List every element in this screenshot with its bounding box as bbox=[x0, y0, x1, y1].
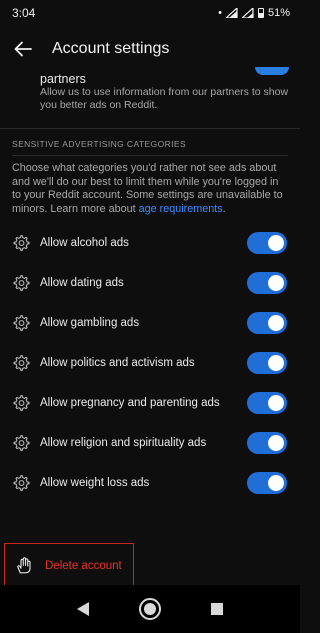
setting-label: Allow religion and spirituality ads bbox=[40, 437, 207, 449]
delete-account-label: Delete account bbox=[45, 560, 122, 572]
gear-icon bbox=[13, 234, 30, 252]
partners-toggle[interactable] bbox=[255, 67, 289, 75]
nav-recents-button[interactable] bbox=[205, 597, 229, 621]
toggle-switch[interactable] bbox=[247, 472, 287, 494]
setting-row-pregnancy[interactable]: Allow pregnancy and parenting ads bbox=[0, 383, 300, 423]
delete-account-button[interactable]: Delete account bbox=[4, 543, 134, 589]
toggle-switch[interactable] bbox=[247, 312, 287, 334]
setting-row-religion[interactable]: Allow religion and spirituality ads bbox=[0, 423, 300, 463]
setting-label: Allow gambling ads bbox=[40, 317, 140, 329]
battery-icon bbox=[257, 8, 264, 18]
arrow-left-icon bbox=[14, 41, 32, 57]
section-description: Choose what categories you'd rather not … bbox=[0, 156, 300, 216]
setting-row-gambling[interactable]: Allow gambling ads bbox=[0, 303, 300, 343]
signal-icon bbox=[225, 8, 238, 18]
ad-category-list: Allow alcohol ads Allow dating ads Allow… bbox=[0, 223, 300, 503]
setting-row-weight-loss[interactable]: Allow weight loss ads bbox=[0, 463, 300, 503]
status-time: 3:04 bbox=[12, 6, 36, 20]
settings-content[interactable]: partners Allow us to use information fro… bbox=[0, 67, 300, 583]
hand-wave-icon bbox=[17, 557, 31, 574]
partners-setting[interactable]: partners Allow us to use information fro… bbox=[0, 67, 300, 128]
setting-label: Allow alcohol ads bbox=[40, 237, 129, 249]
toggle-knob bbox=[268, 395, 284, 411]
gear-icon bbox=[13, 434, 30, 452]
toggle-switch[interactable] bbox=[247, 232, 287, 254]
battery-percent: 51% bbox=[267, 7, 290, 19]
gear-icon bbox=[13, 314, 30, 332]
notification-dot-icon: • bbox=[218, 7, 222, 19]
setting-row-politics[interactable]: Allow politics and activism ads bbox=[0, 343, 300, 383]
toggle-knob bbox=[268, 475, 284, 491]
toggle-switch[interactable] bbox=[247, 272, 287, 294]
setting-label: Allow dating ads bbox=[40, 277, 124, 289]
toggle-knob bbox=[268, 275, 284, 291]
toggle-knob bbox=[268, 355, 284, 371]
gear-icon bbox=[13, 274, 30, 292]
app-bar: Account settings bbox=[0, 26, 300, 72]
setting-row-dating[interactable]: Allow dating ads bbox=[0, 263, 300, 303]
partners-title: partners bbox=[40, 72, 86, 86]
setting-label: Allow pregnancy and parenting ads bbox=[40, 397, 220, 409]
gear-icon bbox=[13, 354, 30, 372]
setting-label: Allow weight loss ads bbox=[40, 477, 150, 489]
setting-label: Allow politics and activism ads bbox=[40, 357, 195, 369]
home-circle-icon bbox=[138, 598, 161, 620]
gear-icon bbox=[13, 474, 30, 492]
nav-back-button[interactable] bbox=[71, 597, 95, 621]
page-title: Account settings bbox=[52, 40, 170, 57]
toggle-switch[interactable] bbox=[247, 352, 287, 374]
age-requirements-link[interactable]: age requirements bbox=[139, 203, 223, 215]
gear-icon bbox=[13, 394, 30, 412]
status-bar: 3:04 • 51% bbox=[0, 0, 300, 26]
section-description-end: . bbox=[222, 202, 226, 215]
toggle-switch[interactable] bbox=[247, 392, 287, 414]
toggle-knob bbox=[268, 235, 284, 251]
status-icons: • 51% bbox=[218, 7, 290, 19]
toggle-knob bbox=[268, 315, 284, 331]
back-button[interactable] bbox=[12, 38, 34, 60]
signal-icon-2 bbox=[241, 8, 254, 18]
section-header: SENSITIVE ADVERTISING CATEGORIES bbox=[12, 139, 187, 149]
back-triangle-icon bbox=[77, 602, 90, 616]
system-nav-bar bbox=[0, 585, 300, 633]
setting-row-alcohol[interactable]: Allow alcohol ads bbox=[0, 223, 300, 263]
toggle-switch[interactable] bbox=[247, 432, 287, 454]
recents-square-icon bbox=[210, 603, 223, 615]
partners-description: Allow us to use information from our par… bbox=[40, 86, 289, 111]
nav-home-button[interactable] bbox=[138, 597, 162, 621]
toggle-knob bbox=[268, 435, 284, 451]
